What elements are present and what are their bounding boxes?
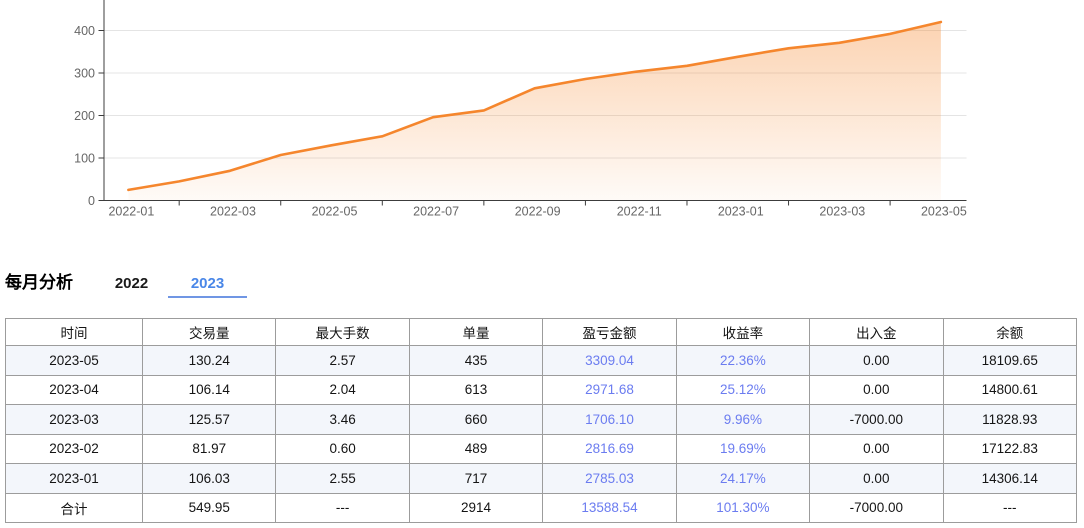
table-cell: 2023-04 <box>5 374 143 405</box>
table-cell: 2914 <box>408 492 544 523</box>
monthly-analysis-page: 0 100 200 300 400 2022-01 2022-03 2022-05 2022-0… <box>0 0 1084 528</box>
table-cell: 435 <box>408 345 544 376</box>
y-axis-label: 400 <box>74 24 95 38</box>
table-cell: 613 <box>408 374 544 405</box>
table-cell: 106.03 <box>141 463 277 494</box>
table-cell: 0.00 <box>809 374 944 405</box>
table-cell: 合计 <box>5 492 143 523</box>
table-row: 2023-05 130.24 2.57 435 3309.04 22.36% 0.00 181… <box>5 345 1078 376</box>
table-cell: 17122.83 <box>942 433 1078 464</box>
x-axis-label: 2022-09 <box>515 205 561 219</box>
table-cell: 9.96% <box>675 404 811 435</box>
series-area <box>128 22 941 200</box>
table-cell: 0.00 <box>809 345 944 376</box>
y-axis-label: 200 <box>74 109 95 123</box>
table-row: 2023-03 125.57 3.46 660 1706.10 9.96% -7000.00… <box>5 404 1078 435</box>
tab-2023[interactable]: 2023 <box>168 271 247 298</box>
y-axis-label: 100 <box>74 152 95 166</box>
table-cell: -7000.00 <box>809 404 944 435</box>
table-cell: 106.14 <box>141 374 277 405</box>
table-cell: 489 <box>408 433 544 464</box>
table-row: 合计 549.95 --- 2914 13588.54 101.30% -7000.00 --… <box>5 492 1078 523</box>
table-cell: --- <box>942 492 1078 523</box>
table-cell: 0.00 <box>809 433 944 464</box>
table-row: 2023-04 106.14 2.04 613 2971.68 25.12% 0.00 148… <box>5 374 1078 405</box>
table-cell: 19.69% <box>675 433 811 464</box>
x-axis-label: 2023-05 <box>921 205 967 219</box>
table-cell: 14306.14 <box>942 463 1078 494</box>
x-axis-label: 2022-05 <box>312 205 358 219</box>
x-axis-label: 2022-11 <box>617 205 662 219</box>
table-header-row: 时间 交易量 最大手数 单量 盈亏金额 收益率 出入金 余额 <box>5 318 1078 346</box>
column-header: 收益率 <box>675 318 811 346</box>
table-cell: -7000.00 <box>809 492 944 523</box>
table-cell: 717 <box>408 463 544 494</box>
table-cell: 3.46 <box>275 404 410 435</box>
x-axis-label: 2023-01 <box>718 205 764 219</box>
table-cell: 2023-03 <box>5 404 143 435</box>
equity-curve-chart: 0 100 200 300 400 2022-01 2022-03 2022-05 2022-0… <box>0 0 1084 230</box>
column-header: 出入金 <box>809 318 944 346</box>
tab-2022[interactable]: 2022 <box>92 271 171 296</box>
table-cell: 2023-05 <box>5 345 143 376</box>
table-cell: 18109.65 <box>942 345 1078 376</box>
table-cell: 22.36% <box>675 345 811 376</box>
column-header: 时间 <box>5 318 143 346</box>
table-cell: 2785.03 <box>542 463 677 494</box>
table-cell: 25.12% <box>675 374 811 405</box>
table-cell: 549.95 <box>141 492 277 523</box>
equity-curve-svg: 0 100 200 300 400 2022-01 2022-03 2022-05 2022-0… <box>74 0 967 219</box>
monthly-analysis-table: 时间 交易量 最大手数 单量 盈亏金额 收益率 出入金 余额 2023-05 130.24 2.5… <box>5 318 1078 523</box>
table-cell: 2971.68 <box>542 374 677 405</box>
table-cell: 24.17% <box>675 463 811 494</box>
table-cell: 2.04 <box>275 374 410 405</box>
table-cell: 81.97 <box>141 433 277 464</box>
table-row: 2023-02 81.97 0.60 489 2816.69 19.69% 0.00 1712… <box>5 433 1078 464</box>
table-cell: 11828.93 <box>942 404 1078 435</box>
column-header: 盈亏金额 <box>542 318 677 346</box>
table-cell: 660 <box>408 404 544 435</box>
table-cell: 13588.54 <box>542 492 677 523</box>
table-cell: --- <box>275 492 410 523</box>
column-header: 最大手数 <box>275 318 410 346</box>
table-cell: 0.00 <box>809 463 944 494</box>
table-cell: 2.57 <box>275 345 410 376</box>
table-cell: 2023-01 <box>5 463 143 494</box>
x-axis-label: 2022-07 <box>413 205 459 219</box>
table-cell: 101.30% <box>675 492 811 523</box>
x-axis-label: 2022-01 <box>108 205 154 219</box>
section-title: 每月分析 <box>5 273 73 292</box>
table-cell: 2023-02 <box>5 433 143 464</box>
column-header: 单量 <box>408 318 544 346</box>
table-cell: 3309.04 <box>542 345 677 376</box>
table-cell: 0.60 <box>275 433 410 464</box>
column-header: 余额 <box>942 318 1078 346</box>
column-header: 交易量 <box>141 318 277 346</box>
table-row: 2023-01 106.03 2.55 717 2785.03 24.17% 0.00 143… <box>5 463 1078 494</box>
table-cell: 1706.10 <box>542 404 677 435</box>
y-axis-label: 0 <box>88 194 95 208</box>
table-cell: 125.57 <box>141 404 277 435</box>
table-cell: 2.55 <box>275 463 410 494</box>
y-axis-label: 300 <box>74 67 95 81</box>
table-cell: 130.24 <box>141 345 277 376</box>
x-axis-label: 2023-03 <box>819 205 865 219</box>
x-axis-label: 2022-03 <box>210 205 256 219</box>
table-cell: 14800.61 <box>942 374 1078 405</box>
table-cell: 2816.69 <box>542 433 677 464</box>
